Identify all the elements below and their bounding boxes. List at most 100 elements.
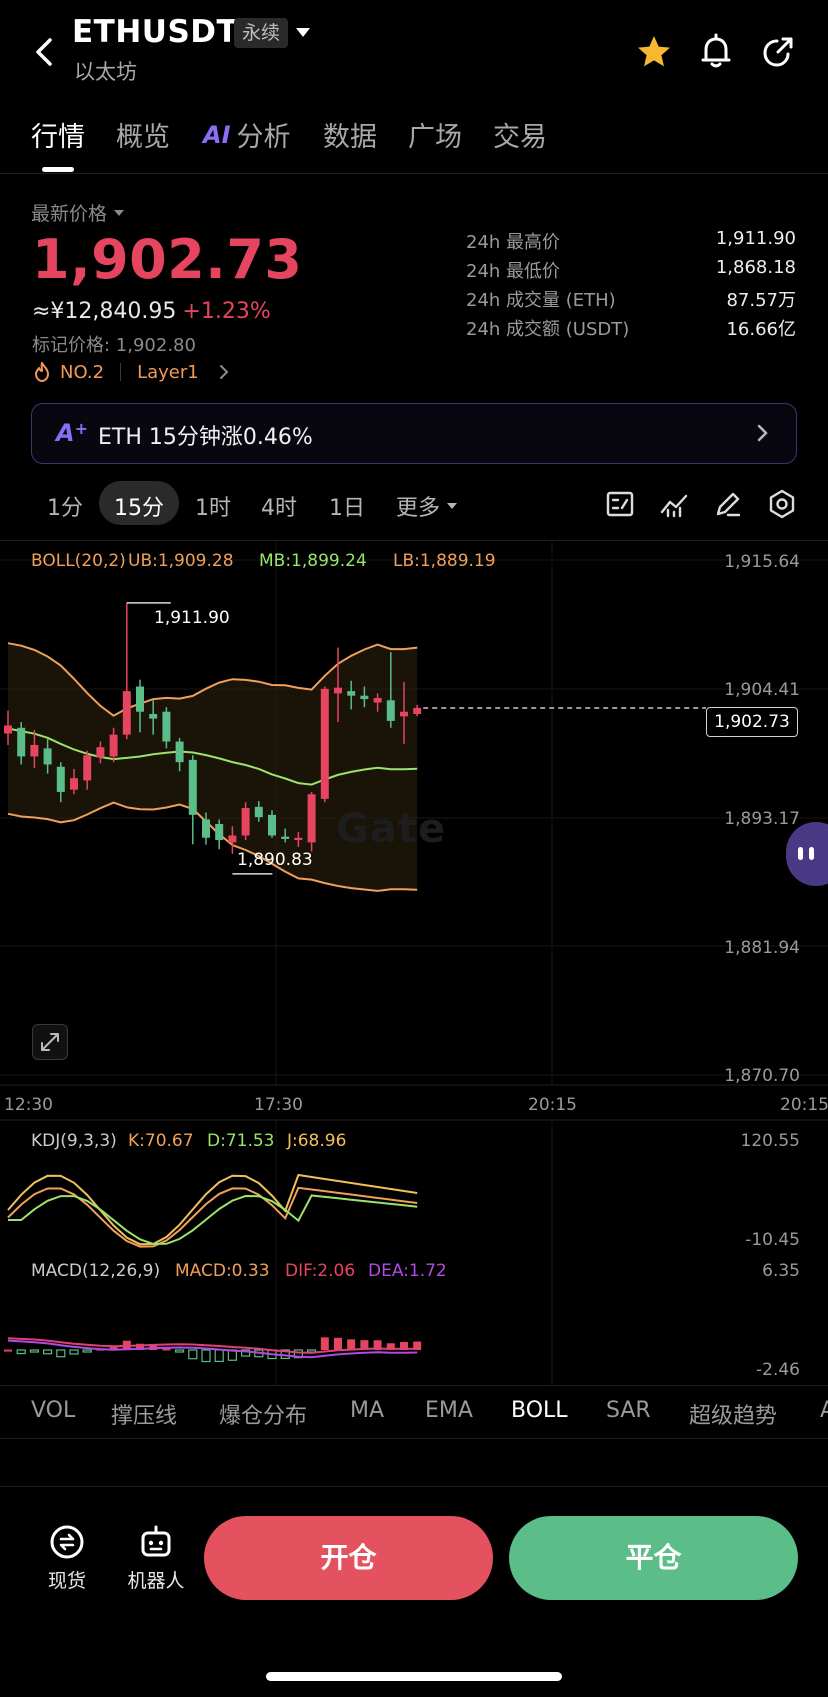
back-button[interactable]: [24, 30, 64, 74]
change-percent: +1.23%: [182, 299, 271, 324]
macd-bar: [320, 1337, 329, 1350]
draw-pen-icon[interactable]: [712, 488, 744, 520]
tab-data[interactable]: 数据: [323, 115, 377, 154]
candle-body: [268, 814, 276, 836]
macd-bar: [214, 1349, 224, 1362]
interval-1m[interactable]: 1分: [47, 490, 83, 522]
x-tick-3: 20:15: [528, 1095, 577, 1115]
candle-body: [228, 835, 237, 843]
candle-body: [386, 700, 395, 721]
last-price: 1,902.73: [32, 228, 303, 291]
tag-row[interactable]: NO.2 Layer1: [32, 361, 231, 383]
kline-chart[interactable]: [0, 540, 828, 1385]
candle-body: [162, 711, 171, 742]
interval-15m[interactable]: 15分: [114, 490, 164, 522]
interval-1h[interactable]: 1时: [195, 490, 231, 522]
stat-value-turnover: 16.66亿: [726, 319, 796, 340]
tab-analysis-label: 分析: [236, 122, 291, 153]
chart-type-icon[interactable]: [604, 488, 636, 520]
candle-body: [122, 691, 131, 735]
bot-button[interactable]: 机器人: [120, 1522, 192, 1602]
cny-price: ≈¥12,840.95: [32, 299, 177, 324]
boll-legend-lb: LB:1,889.19: [393, 551, 496, 571]
candle-body: [70, 778, 78, 790]
tabs-divider: [0, 173, 828, 174]
open-position-button[interactable]: 开仓: [204, 1516, 493, 1600]
category-tag: Layer1: [137, 361, 199, 383]
indicator-tab-supertrend[interactable]: 超级趋势: [689, 1398, 777, 1430]
boll-band-fill: [8, 643, 418, 891]
ai-insight-text: ETH 15分钟涨0.46%: [98, 425, 313, 450]
x-tick-2: 17:30: [254, 1095, 303, 1115]
y-tick-5: 1,870.70: [724, 1066, 800, 1086]
candle-body: [4, 725, 12, 734]
candle-body: [188, 759, 197, 815]
tab-trade[interactable]: 交易: [493, 115, 547, 154]
indicator-top-divider: [0, 1385, 828, 1386]
macd-bar: [347, 1339, 356, 1350]
caret-down-icon: [447, 503, 458, 509]
macd-bar: [56, 1349, 66, 1358]
contract-type-badge: 永续: [234, 18, 289, 48]
interval-more-label: 更多: [396, 496, 441, 521]
macd-axis-bottom: -2.46: [756, 1360, 800, 1380]
tab-overview[interactable]: 概览: [116, 115, 170, 154]
indicator-tab-liquidation[interactable]: 爆仓分布: [219, 1398, 307, 1430]
fullscreen-button[interactable]: [32, 1024, 68, 1060]
indicator-icon[interactable]: [658, 488, 690, 520]
bell-icon[interactable]: [696, 32, 736, 72]
last-price-selector[interactable]: 最新价格: [31, 199, 125, 226]
symbol-title[interactable]: ETHUSDT: [72, 14, 238, 50]
macd-legend-dif: DIF:2.06: [285, 1261, 356, 1281]
candle-body: [334, 687, 342, 694]
settings-icon[interactable]: [766, 488, 798, 520]
macd-bar: [334, 1337, 342, 1350]
spot-button[interactable]: 现货: [40, 1522, 94, 1602]
last-price-label: 最新价格: [31, 203, 108, 225]
indicator-tab-ma[interactable]: MA: [350, 1398, 384, 1423]
candle-body: [413, 707, 422, 715]
stat-label-turnover: 24h 成交额 (USDT): [466, 319, 630, 340]
candle-body: [202, 819, 210, 838]
macd-bar: [42, 1349, 53, 1355]
tab-square[interactable]: 广场: [408, 115, 462, 154]
x-tick-1: 12:30: [4, 1095, 53, 1115]
caret-down-icon[interactable]: [294, 24, 312, 42]
interval-1d[interactable]: 1日: [329, 490, 365, 522]
y-tick-2: 1,904.41: [724, 680, 800, 700]
macd-bar: [4, 1349, 12, 1352]
candle-body: [254, 806, 263, 818]
kdj-legend-j: J:68.96: [287, 1131, 347, 1151]
high-annotation: 1,911.90: [154, 608, 230, 628]
floating-assistant-tab[interactable]: [786, 822, 828, 886]
tab-market[interactable]: 行情: [31, 115, 85, 154]
macd-bar: [188, 1349, 198, 1360]
robot-icon: [141, 1525, 171, 1557]
kdj-axis-top: 120.55: [740, 1131, 800, 1151]
ai-icon: A+: [56, 419, 88, 447]
tab-analysis[interactable]: AI 分析: [203, 115, 291, 154]
stat-value-low: 1,868.18: [715, 257, 796, 278]
indicator-tab-ema[interactable]: EMA: [425, 1398, 473, 1423]
kdj-legend-name: KDJ(9,3,3): [31, 1131, 117, 1151]
fire-icon: [35, 362, 49, 382]
close-position-button[interactable]: 平仓: [509, 1516, 798, 1600]
indicator-tab-support-resistance[interactable]: 撑压线: [111, 1398, 177, 1430]
candle-body: [30, 744, 39, 757]
indicator-tab-sar[interactable]: SAR: [606, 1398, 651, 1423]
kdj-legend-d: D:71.53: [207, 1131, 275, 1151]
interval-4h[interactable]: 4时: [261, 490, 297, 522]
interval-more[interactable]: 更多: [396, 490, 458, 522]
candle-body: [241, 807, 250, 836]
cny-price-row: ≈¥12,840.95 +1.23%: [32, 299, 271, 324]
favorite-star-icon[interactable]: [634, 32, 674, 72]
indicator-tab-boll[interactable]: BOLL: [511, 1398, 568, 1423]
share-icon[interactable]: [758, 32, 798, 72]
indicator-tab-more[interactable]: A: [820, 1398, 828, 1423]
macd-bar: [16, 1349, 26, 1355]
indicator-tab-vol[interactable]: VOL: [31, 1398, 75, 1423]
candle-body: [43, 748, 52, 765]
current-price-tag: 1,902.73: [706, 707, 798, 737]
candle-body: [96, 747, 105, 758]
stat-label-high: 24h 最高价: [466, 232, 561, 253]
